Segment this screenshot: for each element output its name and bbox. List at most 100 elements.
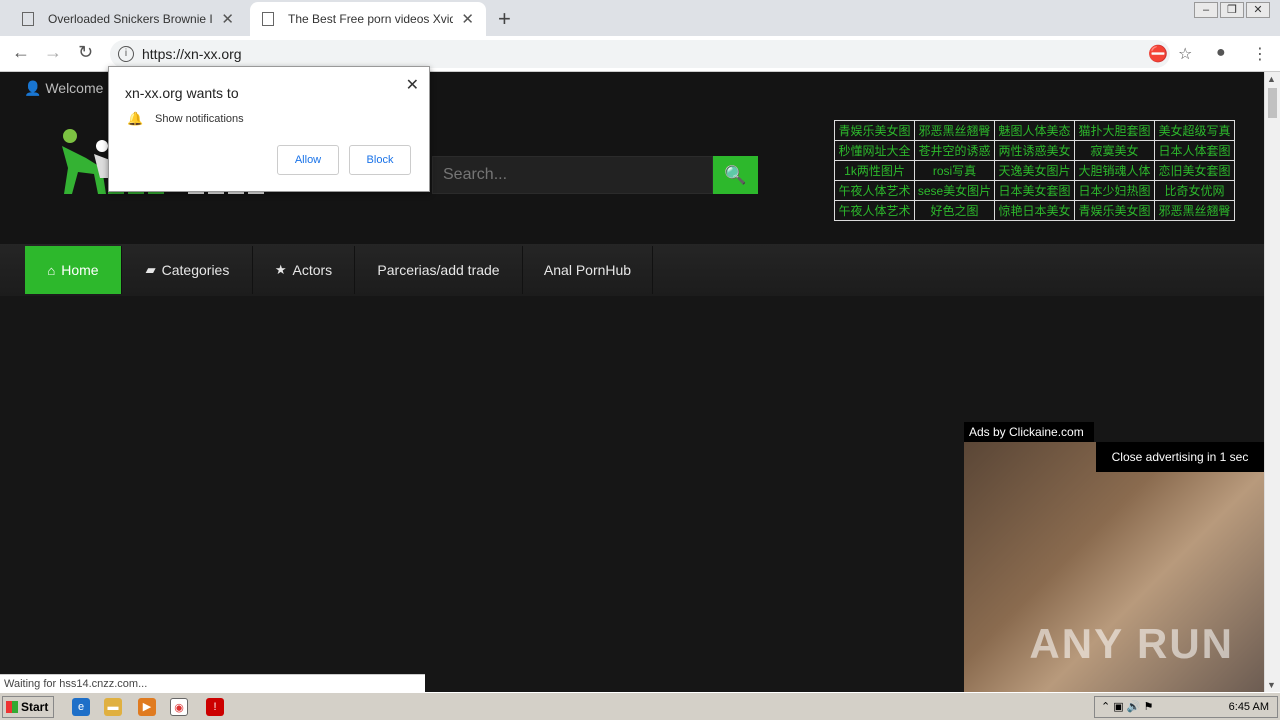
scroll-down-icon[interactable]: ▼ bbox=[1267, 680, 1276, 690]
nav-label: Home bbox=[61, 262, 99, 278]
start-label: Start bbox=[21, 700, 49, 714]
new-tab-button[interactable]: + bbox=[498, 6, 511, 32]
link-cell[interactable]: 比奇女优网 bbox=[1154, 180, 1235, 201]
link-cell[interactable]: 两性诱惑美女 bbox=[994, 140, 1075, 161]
link-cell[interactable]: 寂寞美女 bbox=[1074, 140, 1155, 161]
bookmark-star-icon[interactable]: ☆ bbox=[1178, 44, 1192, 64]
start-button[interactable]: Start bbox=[2, 696, 54, 718]
nav-label: Anal PornHub bbox=[543, 262, 632, 278]
account-icon[interactable]: ● bbox=[1216, 44, 1226, 62]
ad-banner[interactable]: Close advertising in 1 sec ANY RUN bbox=[964, 442, 1264, 692]
link-cell[interactable]: 天逸美女图片 bbox=[994, 160, 1075, 181]
nav-parcerias[interactable]: Parcerias/add trade bbox=[355, 246, 523, 294]
restore-button[interactable]: ❐ bbox=[1220, 2, 1244, 18]
close-window-button[interactable]: ✕ bbox=[1246, 2, 1270, 18]
user-icon: 👤 bbox=[24, 80, 42, 96]
search-form: 🔍 bbox=[432, 156, 758, 194]
home-icon: ⌂ bbox=[47, 262, 56, 278]
link-cell[interactable]: 午夜人体艺术 bbox=[834, 200, 915, 221]
link-cell[interactable]: 秒懂网址大全 bbox=[834, 140, 915, 161]
block-button[interactable]: Block bbox=[349, 145, 411, 175]
link-cell[interactable]: 猫扑大胆套图 bbox=[1074, 120, 1155, 141]
link-cell[interactable]: 好色之图 bbox=[914, 200, 995, 221]
status-bar: Waiting for hss14.cnzz.com... bbox=[0, 674, 425, 692]
link-cell[interactable]: 邪恶黑丝翘臀 bbox=[914, 120, 995, 141]
logo-figure-icon bbox=[62, 129, 110, 194]
allow-button[interactable]: Allow bbox=[277, 145, 339, 175]
close-ad-button[interactable]: Close advertising in 1 sec bbox=[1096, 442, 1264, 472]
close-tab-icon[interactable]: ✕ bbox=[221, 10, 234, 28]
opera-icon[interactable]: ! bbox=[206, 698, 224, 716]
main-nav: ⌂ Home ▰ Categories ★ Actors Parcerias/a… bbox=[0, 244, 1264, 296]
welcome-label: Welcome C bbox=[45, 80, 118, 96]
search-button[interactable]: 🔍 bbox=[713, 156, 758, 194]
document-icon bbox=[262, 12, 274, 26]
link-cell[interactable]: 美女超级写真 bbox=[1154, 120, 1235, 141]
document-icon bbox=[22, 12, 34, 26]
menu-icon[interactable]: ⋮ bbox=[1252, 44, 1268, 64]
reload-icon[interactable]: ↻ bbox=[78, 42, 93, 63]
taskbar: Start e ▬ ▶ ◉ ! ⌃ ▣ 🔊 ⚑ 6:45 AM bbox=[0, 692, 1280, 720]
nav-anal-pornhub[interactable]: Anal PornHub bbox=[523, 246, 653, 294]
windows-logo-icon bbox=[6, 701, 18, 713]
link-cell[interactable]: 青娱乐美女图 bbox=[834, 120, 915, 141]
folder-icon[interactable]: ▬ bbox=[104, 698, 122, 716]
link-cell[interactable]: 日本少妇热图 bbox=[1074, 180, 1155, 201]
link-cell[interactable]: 惊艳日本美女 bbox=[994, 200, 1075, 221]
back-icon[interactable]: ← bbox=[12, 42, 30, 63]
window-controls: – ❐ ✕ bbox=[1194, 2, 1270, 18]
url-text: https://xn-xx.org bbox=[142, 46, 242, 62]
clock: 6:45 AM bbox=[1228, 701, 1269, 713]
watermark: ANY RUN bbox=[1029, 620, 1234, 667]
forward-icon[interactable]: → bbox=[44, 42, 62, 63]
notification-permission-popup: xn-xx.org wants to ✕ 🔔 Show notification… bbox=[108, 66, 430, 192]
tray-icons[interactable]: ⌃ ▣ 🔊 ⚑ bbox=[1101, 697, 1153, 717]
search-input[interactable] bbox=[432, 156, 713, 194]
folder-icon: ▰ bbox=[145, 262, 156, 277]
system-tray: ⌃ ▣ 🔊 ⚑ 6:45 AM bbox=[1094, 696, 1278, 718]
ie-icon[interactable]: e bbox=[72, 698, 90, 716]
address-bar[interactable]: i https://xn-xx.org bbox=[110, 40, 1170, 68]
link-cell[interactable]: 大胆销魂人体 bbox=[1074, 160, 1155, 181]
search-icon: 🔍 bbox=[724, 164, 747, 185]
link-cell[interactable]: 恋旧美女套图 bbox=[1154, 160, 1235, 181]
blocked-icon[interactable]: ⛔ bbox=[1148, 44, 1168, 64]
minimize-button[interactable]: – bbox=[1194, 2, 1218, 18]
nav-categories[interactable]: ▰ Categories bbox=[123, 246, 253, 294]
popup-title: xn-xx.org wants to bbox=[125, 85, 239, 101]
link-cell[interactable]: 魅图人体美态 bbox=[994, 120, 1075, 141]
tab-snickers[interactable]: Overloaded Snickers Brownie Is One ✕ bbox=[10, 2, 246, 36]
link-cell[interactable]: 日本美女套图 bbox=[994, 180, 1075, 201]
site-info-icon[interactable]: i bbox=[118, 46, 134, 62]
tab-title: The Best Free porn videos Xvideos bbox=[288, 12, 454, 26]
nav-label: Actors bbox=[292, 262, 333, 278]
bell-icon: 🔔 bbox=[127, 111, 144, 126]
scroll-up-icon[interactable]: ▲ bbox=[1267, 74, 1276, 84]
link-cell[interactable]: 午夜人体艺术 bbox=[834, 180, 915, 201]
popup-message: Show notifications bbox=[155, 113, 244, 125]
close-tab-icon[interactable]: ✕ bbox=[461, 10, 474, 28]
link-cell[interactable]: sese美女图片 bbox=[914, 180, 995, 201]
link-cell[interactable]: 青娱乐美女图 bbox=[1074, 200, 1155, 221]
nav-label: Parcerias/add trade bbox=[377, 262, 500, 278]
vertical-scrollbar[interactable]: ▲ ▼ bbox=[1264, 72, 1280, 692]
scroll-thumb[interactable] bbox=[1268, 88, 1277, 118]
welcome-text: 👤 Welcome C bbox=[24, 80, 117, 97]
ad-label: Ads by Clickaine.com bbox=[964, 422, 1094, 442]
link-cell[interactable]: 日本人体套图 bbox=[1154, 140, 1235, 161]
media-player-icon[interactable]: ▶ bbox=[138, 698, 156, 716]
link-cell[interactable]: 苍井空的诱惑 bbox=[914, 140, 995, 161]
link-table: 青娱乐美女图 邪恶黑丝翘臀 魅图人体美态 猫扑大胆套图 美女超级写真 秒懂网址大… bbox=[834, 120, 1235, 221]
link-cell[interactable]: 邪恶黑丝翘臀 bbox=[1154, 200, 1235, 221]
link-cell[interactable]: 1k两性图片 bbox=[834, 160, 915, 181]
star-icon: ★ bbox=[274, 262, 287, 277]
nav-label: Categories bbox=[161, 262, 230, 278]
tab-title: Overloaded Snickers Brownie Is One bbox=[48, 12, 213, 26]
link-cell[interactable]: rosi写真 bbox=[914, 160, 995, 181]
close-icon[interactable]: ✕ bbox=[406, 75, 419, 95]
tab-xvideos[interactable]: The Best Free porn videos Xvideos ✕ bbox=[250, 2, 486, 36]
nav-home[interactable]: ⌂ Home bbox=[25, 246, 122, 294]
tab-strip: Overloaded Snickers Brownie Is One ✕ The… bbox=[0, 0, 1280, 36]
nav-actors[interactable]: ★ Actors bbox=[253, 246, 355, 294]
chrome-icon[interactable]: ◉ bbox=[170, 698, 188, 716]
